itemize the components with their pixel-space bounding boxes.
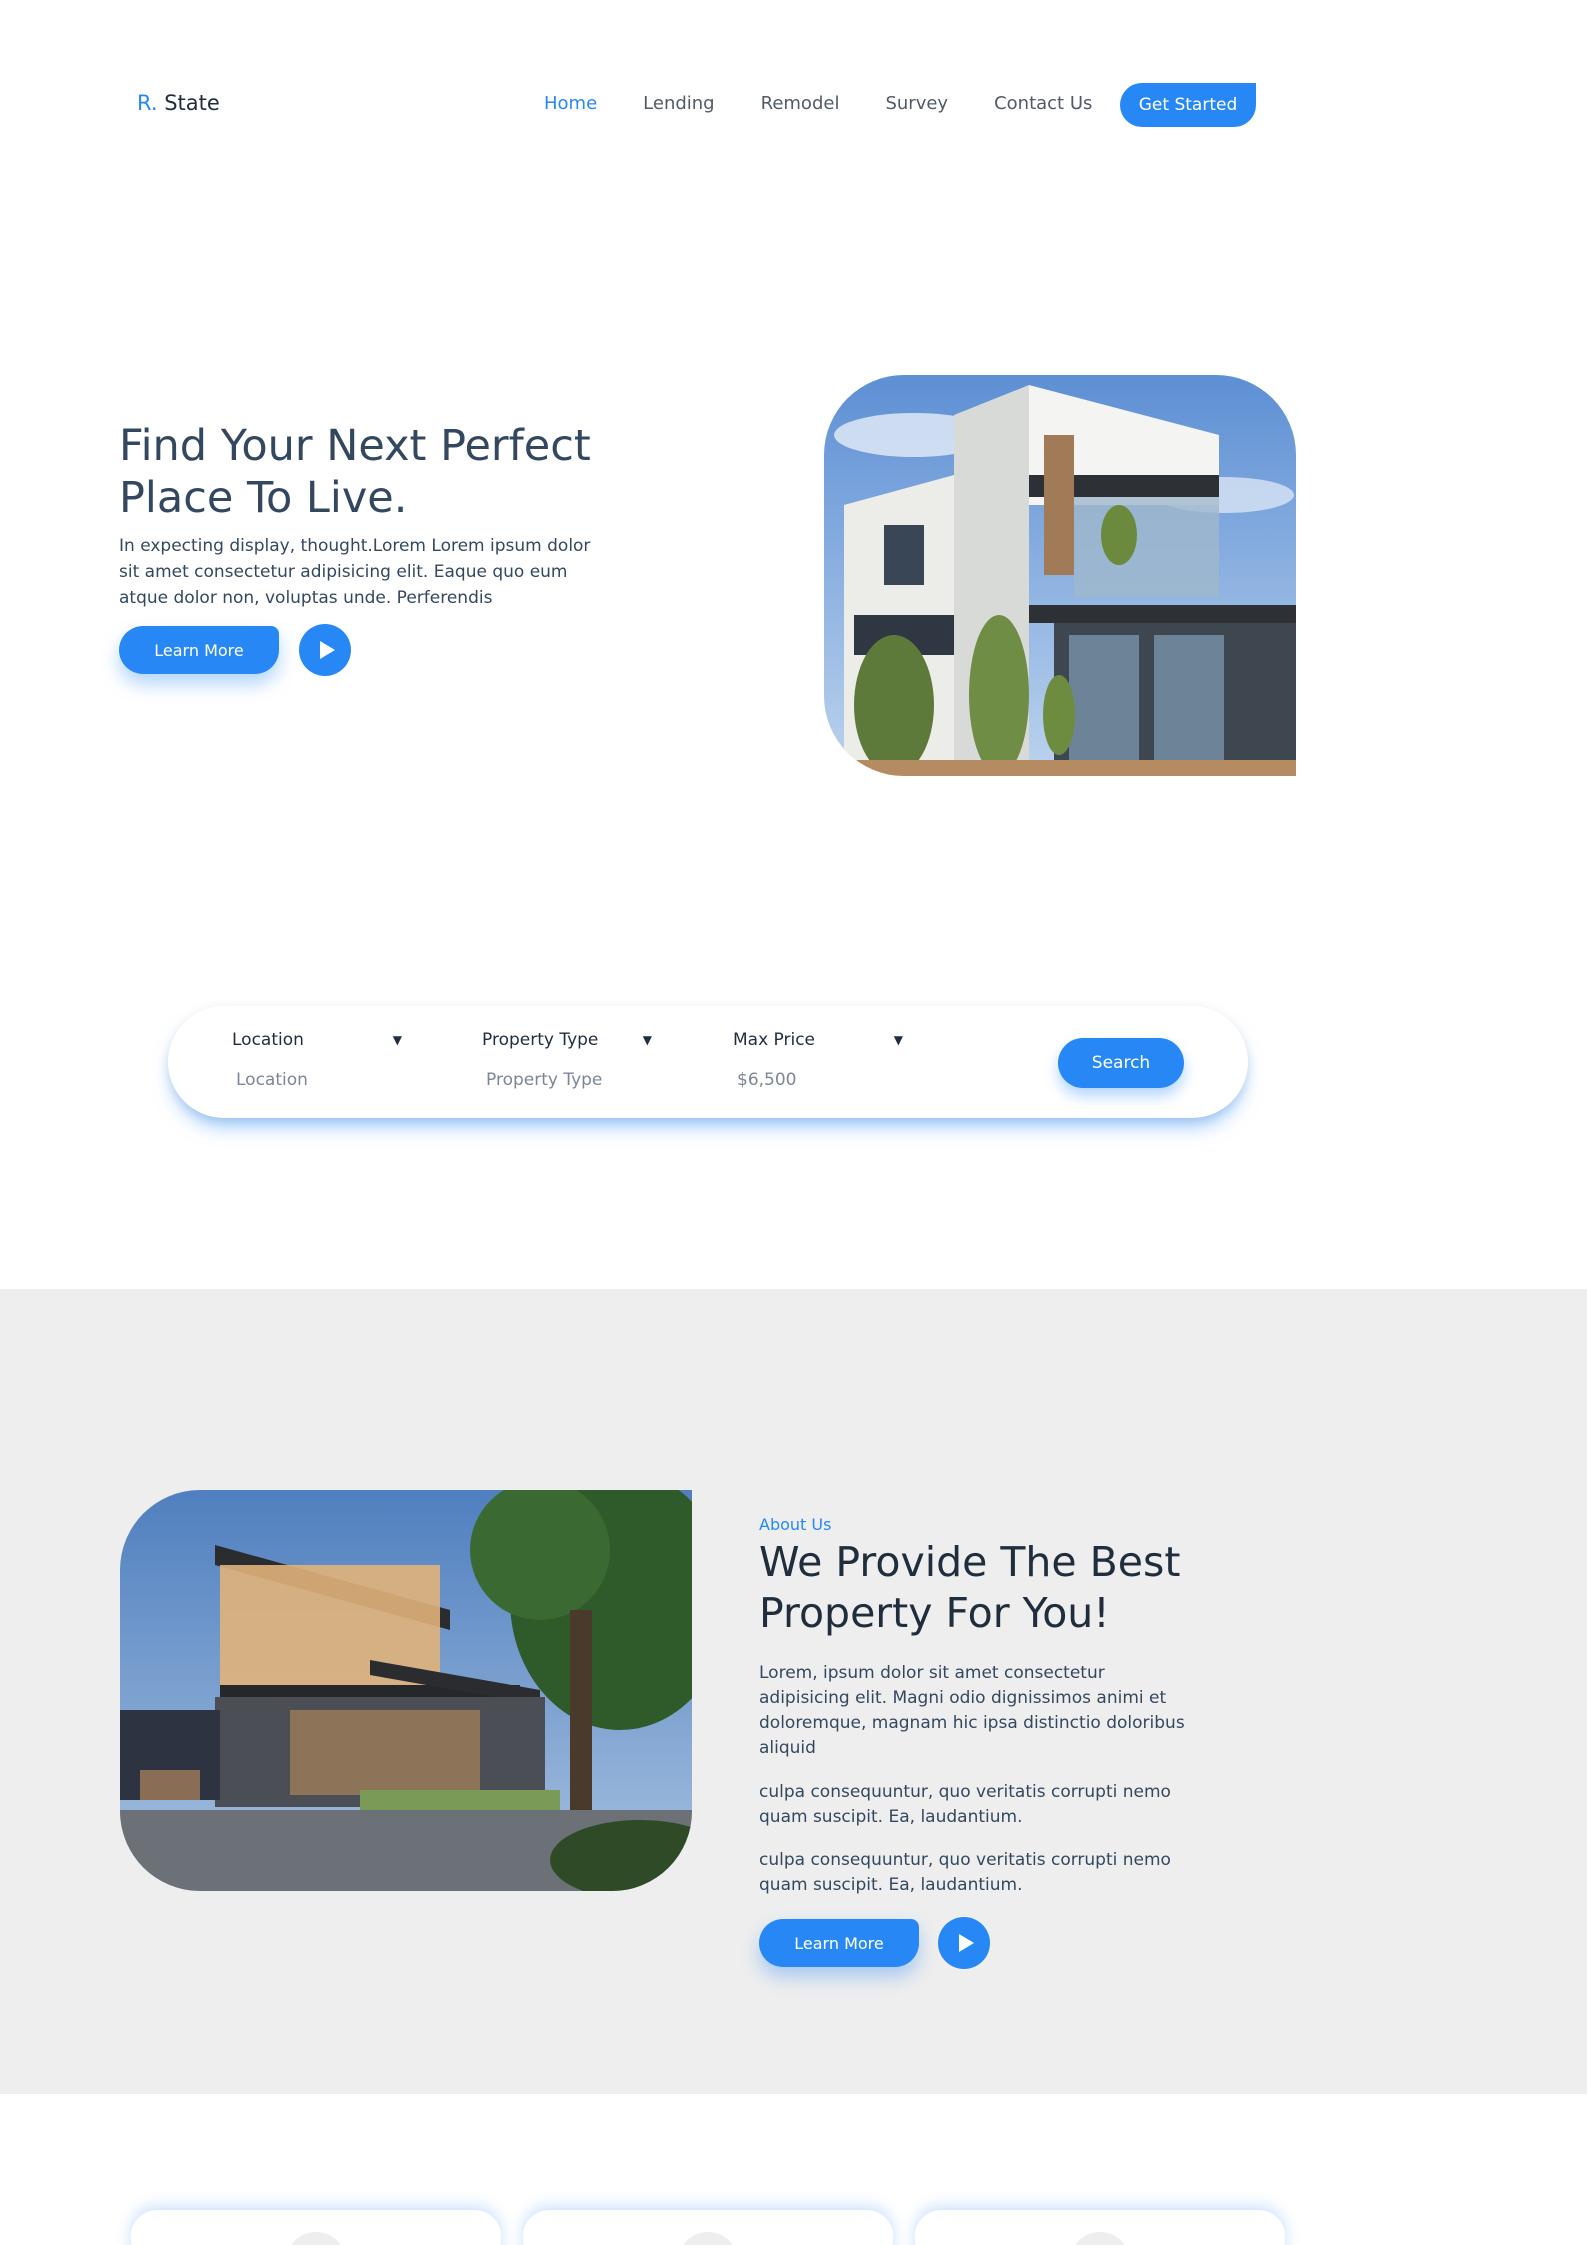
logo-name: State (164, 91, 220, 115)
location-field[interactable]: Location ▼ Location (232, 1030, 402, 1090)
card-icon (1070, 2232, 1130, 2245)
nav-lending[interactable]: Lending (643, 93, 714, 114)
hero-learn-more-button[interactable]: Learn More (119, 626, 279, 674)
max-price-label: Max Price (733, 1030, 816, 1050)
about-paragraph-2: culpa consequuntur, quo veritatis corrup… (759, 1782, 1171, 1827)
max-price-select[interactable]: Max Price ▼ (733, 1030, 903, 1050)
nav-contact-us[interactable]: Contact Us (994, 93, 1092, 114)
about-play-button[interactable] (938, 1917, 990, 1969)
property-search-bar: Location ▼ Location Property Type ▼ Prop… (168, 1006, 1248, 1118)
feature-card[interactable] (523, 2210, 893, 2245)
search-button[interactable]: Search (1058, 1038, 1184, 1088)
site-header: R. State Home Lending Remodel Survey Con… (0, 0, 1587, 210)
nav-remodel[interactable]: Remodel (761, 93, 840, 114)
about-learn-more-button[interactable]: Learn More (759, 1919, 919, 1967)
play-icon (320, 641, 335, 659)
max-price-value: $6,500 (737, 1070, 797, 1090)
about-eyebrow: About Us (759, 1515, 832, 1534)
location-select[interactable]: Location ▼ (232, 1030, 402, 1050)
chevron-down-icon: ▼ (392, 1033, 402, 1047)
hero-house-image (824, 375, 1296, 776)
card-icon (286, 2232, 346, 2245)
about-paragraph-1: Lorem, ipsum dolor sit amet consectetur … (759, 1663, 1185, 1758)
nav-survey[interactable]: Survey (885, 93, 948, 114)
logo[interactable]: R. State (137, 91, 220, 115)
chevron-down-icon: ▼ (893, 1033, 903, 1047)
logo-prefix: R. (137, 91, 158, 115)
hero-description: In expecting display, thought.Lorem Lore… (119, 536, 591, 608)
property-type-label: Property Type (482, 1030, 599, 1050)
hero-play-button[interactable] (299, 624, 351, 676)
feature-card[interactable] (131, 2210, 501, 2245)
play-icon (959, 1934, 974, 1952)
main-nav: Home Lending Remodel Survey Contact Us (544, 93, 1138, 114)
hero-title: Find Your Next Perfect Place To Live. (119, 421, 591, 523)
about-paragraph-3: culpa consequuntur, quo veritatis corrup… (759, 1850, 1171, 1895)
card-icon (678, 2232, 738, 2245)
property-type-select[interactable]: Property Type ▼ (482, 1030, 652, 1050)
location-value: Location (236, 1070, 308, 1090)
chevron-down-icon: ▼ (642, 1033, 652, 1047)
about-house-image (120, 1490, 692, 1891)
property-type-value: Property Type (486, 1070, 603, 1090)
property-type-field[interactable]: Property Type ▼ Property Type (482, 1030, 652, 1090)
get-started-button[interactable]: Get Started (1120, 83, 1256, 127)
location-label: Location (232, 1030, 304, 1050)
nav-home[interactable]: Home (544, 93, 597, 114)
about-title: We Provide The Best Property For You! (759, 1538, 1181, 1637)
about-section: About Us We Provide The Best Property Fo… (0, 1289, 1587, 2094)
max-price-field[interactable]: Max Price ▼ $6,500 (733, 1030, 903, 1090)
feature-card[interactable] (915, 2210, 1285, 2245)
